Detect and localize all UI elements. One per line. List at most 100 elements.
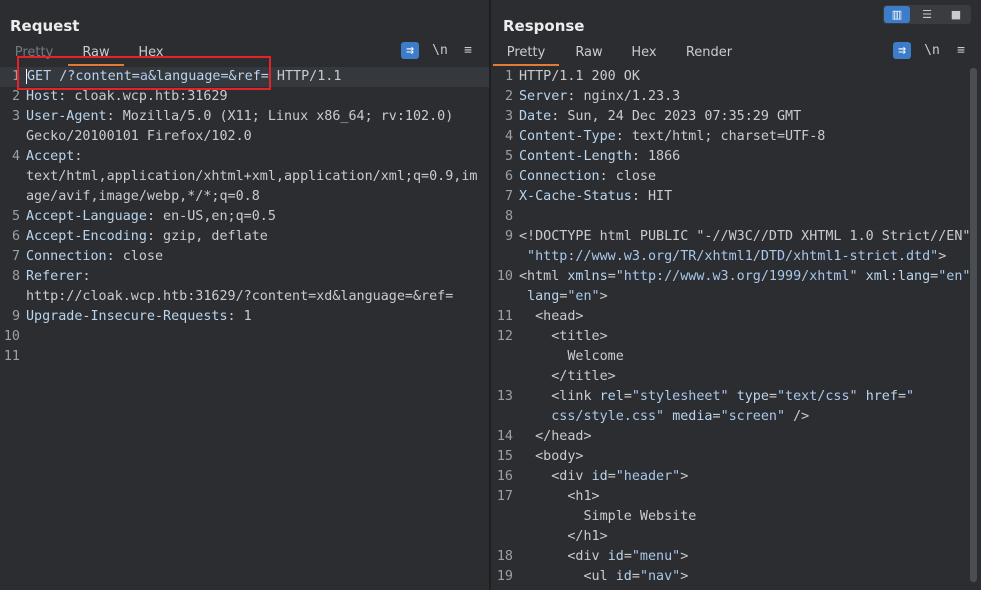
code-line[interactable]: 6 Accept-Encoding: gzip, deflate	[0, 227, 489, 247]
code-token: =	[623, 549, 632, 564]
code-line[interactable]: 12 <title>	[491, 327, 967, 347]
horizontal-split-icon[interactable]: ☰	[914, 6, 940, 23]
code-line[interactable]: 13 <link rel="stylesheet" type="text/css…	[491, 387, 967, 407]
code-line[interactable]: http://cloak.wcp.htb:31629/?content=xd&l…	[0, 287, 489, 307]
line-code: <div id="header">	[519, 467, 688, 487]
code-token: "menu"	[631, 549, 681, 564]
code-line[interactable]: 10	[0, 327, 489, 347]
line-number: 3	[504, 109, 513, 124]
single-pane-icon[interactable]: ■	[943, 6, 969, 23]
line-code: Accept:	[26, 147, 82, 167]
code-line[interactable]: age/avif,image/webp,*/*;q=0.8	[0, 187, 489, 207]
code-token: :	[82, 269, 91, 284]
line-code: Accept-Language: en-US,en;q=0.5	[26, 207, 276, 227]
code-token: >	[680, 549, 689, 564]
code-token: Accept-Language	[26, 209, 147, 224]
hamburger-menu-icon[interactable]: ≡	[458, 42, 478, 60]
code-token: Connection	[26, 249, 107, 264]
response-tab-render[interactable]: Render	[683, 44, 735, 64]
code-line[interactable]: 1 HTTP/1.1 200 OK	[491, 67, 967, 87]
code-line[interactable]: css/style.css" media="screen" />	[491, 407, 967, 427]
response-editor[interactable]: 1 HTTP/1.1 200 OK 2 Server: nginx/1.23.3 3 Da…	[491, 67, 971, 590]
line-number: 10	[496, 269, 513, 284]
code-token: xml:lang	[865, 269, 931, 284]
code-line[interactable]: Simple Website	[491, 507, 967, 527]
code-line[interactable]: 2 Host: cloak.wcp.htb:31629	[0, 87, 489, 107]
code-token: : gzip, deflate	[146, 229, 268, 244]
code-line[interactable]: 11	[0, 347, 489, 367]
code-line[interactable]: 10 <html xmlns="http://www.w3.org/1999/xh…	[491, 267, 971, 287]
code-token: : 1	[227, 309, 252, 324]
code-line[interactable]: 3 Date: Sun, 24 Dec 2023 07:35:29 GMT	[491, 107, 967, 127]
line-code: Connection: close	[519, 167, 656, 187]
code-token: : close	[599, 169, 657, 184]
newline-toggle[interactable]: \n	[430, 42, 450, 60]
wrap-lines-icon[interactable]: ⇉	[401, 42, 419, 59]
side-by-side-icon[interactable]: ▥	[884, 6, 910, 23]
newline-toggle[interactable]: \n	[922, 42, 942, 60]
code-line[interactable]: 17 <h1>	[491, 487, 967, 507]
code-line[interactable]: text/html,application/xhtml+xml,applicat…	[0, 167, 489, 187]
code-line[interactable]: 16 <div id="header">	[491, 467, 967, 487]
line-code: X-Cache-Status: HIT	[519, 187, 672, 207]
code-line[interactable]: 6 Connection: close	[491, 167, 967, 187]
code-token: />	[785, 409, 810, 424]
code-token: : en-US,en;q=0.5	[146, 209, 276, 224]
line-code: Accept-Encoding: gzip, deflate	[26, 227, 268, 247]
code-line[interactable]: 4 Content-Type: text/html; charset=UTF-8	[491, 127, 967, 147]
code-line[interactable]: 11 <head>	[491, 307, 967, 327]
code-token: : Mozilla/5.0 (X11; Linux x86_64; rv:102…	[106, 109, 454, 124]
code-token: <div	[519, 549, 608, 564]
code-token: Accept-Encoding	[26, 229, 147, 244]
code-line[interactable]: Welcome	[491, 347, 967, 367]
code-line[interactable]: 18 <div id="menu">	[491, 547, 967, 567]
line-number: 6	[504, 169, 513, 184]
response-tab-pretty[interactable]: Pretty	[493, 44, 559, 66]
code-token: Gecko/20100101 Firefox/102.0	[26, 129, 252, 144]
code-token: =	[712, 409, 721, 424]
code-line[interactable]: 8 Referer:	[0, 267, 489, 287]
code-line[interactable]: 3 User-Agent: Mozilla/5.0 (X11; Linux x86…	[0, 107, 489, 127]
code-line[interactable]: 14 </head>	[491, 427, 967, 447]
code-token: Accept	[26, 149, 75, 164]
code-token: "header"	[615, 469, 681, 484]
code-line[interactable]: 5 Content-Length: 1866	[491, 147, 967, 167]
code-token: : nginx/1.23.3	[567, 89, 681, 104]
line-code: <head>	[519, 307, 583, 327]
line-number: 7	[504, 189, 513, 204]
code-line[interactable]: 2 Server: nginx/1.23.3	[491, 87, 967, 107]
code-line[interactable]: 19 <ul id="nav">	[491, 567, 967, 587]
response-scrollbar[interactable]	[970, 68, 977, 582]
code-token: : 1866	[631, 149, 681, 164]
code-token: <!DOCTYPE html PUBLIC "-//W3C//DTD XHTML…	[519, 229, 971, 244]
request-editor[interactable]: 1 GET /?content=a&language=&ref= HTTP/1.1…	[0, 67, 489, 590]
line-code: </head>	[519, 427, 591, 447]
wrap-lines-icon[interactable]: ⇉	[893, 42, 911, 59]
code-line[interactable]: 7 Connection: close	[0, 247, 489, 267]
code-line[interactable]: 8	[491, 207, 967, 227]
line-number: 7	[11, 249, 20, 264]
code-token: rel	[599, 389, 624, 404]
hamburger-menu-icon[interactable]: ≡	[951, 42, 971, 60]
line-code: Content-Type: text/html; charset=UTF-8	[519, 127, 825, 147]
code-line[interactable]: </h1>	[491, 527, 967, 547]
code-line[interactable]: 5 Accept-Language: en-US,en;q=0.5	[0, 207, 489, 227]
code-line[interactable]: 9 Upgrade-Insecure-Requests: 1	[0, 307, 489, 327]
code-line[interactable]: "http://www.w3.org/TR/xhtml1/DTD/xhtml1-…	[491, 247, 967, 267]
code-line[interactable]: 7 X-Cache-Status: HIT	[491, 187, 967, 207]
code-line[interactable]: Gecko/20100101 Firefox/102.0	[0, 127, 489, 147]
line-code: <html xmlns="http://www.w3.org/1999/xhtm…	[519, 267, 970, 287]
line-number: 8	[504, 209, 513, 224]
response-tab-raw[interactable]: Raw	[571, 44, 607, 64]
response-tab-hex[interactable]: Hex	[627, 44, 661, 64]
code-token: Connection	[519, 169, 600, 184]
line-code: Connection: close	[26, 247, 163, 267]
line-number: 10	[3, 329, 20, 344]
code-token: HTTP/1.1 200 OK	[519, 69, 640, 84]
code-line[interactable]: 4 Accept:	[0, 147, 489, 167]
code-line[interactable]: lang="en">	[491, 287, 967, 307]
code-line[interactable]: 9 <!DOCTYPE html PUBLIC "-//W3C//DTD XHTM…	[491, 227, 971, 247]
code-line[interactable]: 15 <body>	[491, 447, 967, 467]
code-line[interactable]: </title>	[491, 367, 967, 387]
code-token: >	[680, 569, 689, 584]
